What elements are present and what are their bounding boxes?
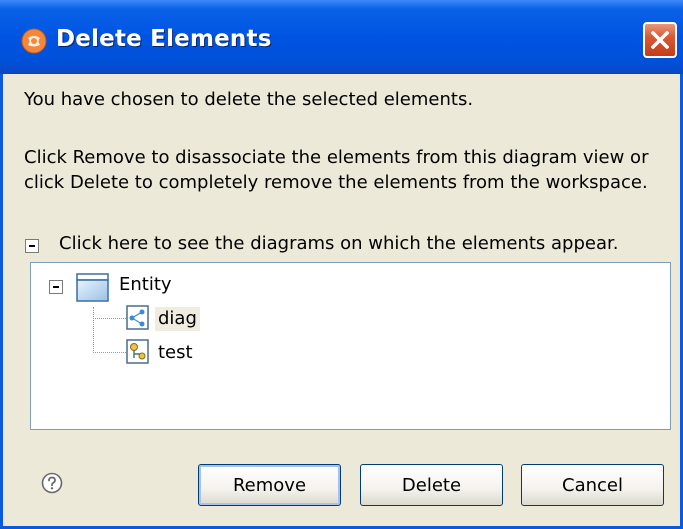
cancel-button[interactable]: Cancel <box>521 464 664 506</box>
diagrams-toggle-label[interactable]: Click here to see the diagrams on which … <box>59 232 619 256</box>
dialog-title: Delete Elements <box>56 26 272 52</box>
remove-button[interactable]: Remove <box>198 464 341 506</box>
delete-elements-dialog: Delete Elements You have chosen to delet… <box>0 0 683 529</box>
entity-collapse-toggle[interactable] <box>49 280 63 294</box>
diagram-icon <box>126 305 149 330</box>
delete-button[interactable]: Delete <box>360 464 503 506</box>
title-bar[interactable]: Delete Elements <box>0 0 683 74</box>
diagrams-collapse-toggle[interactable] <box>25 239 39 253</box>
message-line-2: Click Remove to disassociate the element… <box>24 147 649 168</box>
tree-item-entity-label[interactable]: Entity <box>119 273 172 297</box>
tree-item-diag[interactable]: diag <box>155 307 200 331</box>
help-icon[interactable] <box>41 472 63 494</box>
message-line-1: You have chosen to delete the selected e… <box>24 89 474 110</box>
message-line-3: click Delete to completely remove the el… <box>24 172 648 193</box>
close-icon <box>651 31 669 49</box>
tree-connector <box>93 352 126 353</box>
tree-item-test[interactable]: test <box>158 341 193 365</box>
entity-icon <box>76 273 109 302</box>
app-icon <box>21 28 47 54</box>
tree-connector <box>93 307 94 353</box>
tree-connector <box>93 318 126 319</box>
close-button[interactable] <box>643 22 677 58</box>
diagram-icon <box>126 339 149 364</box>
diagrams-tree[interactable]: Entity diag test <box>30 262 671 430</box>
